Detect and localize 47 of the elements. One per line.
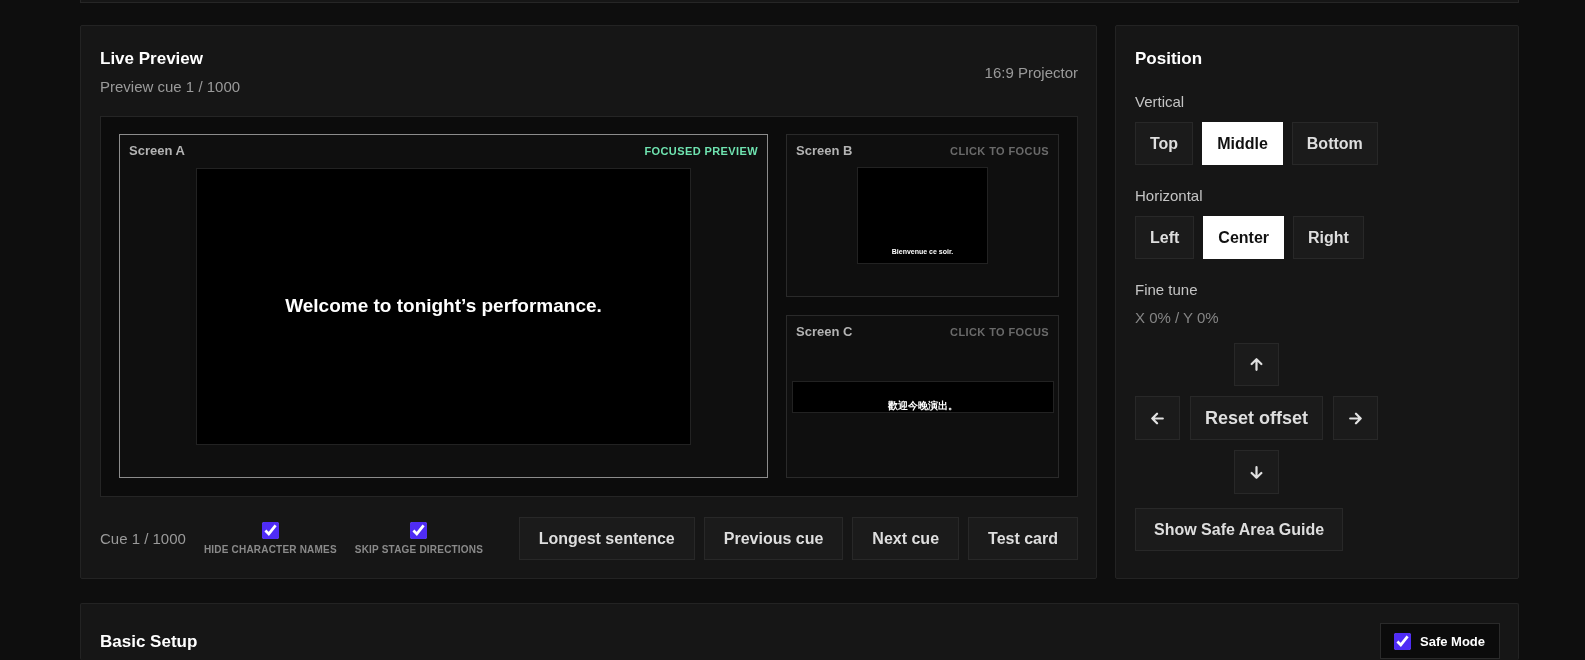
checkbox[interactable] xyxy=(261,521,279,539)
screen-label: Screen C xyxy=(796,324,853,340)
safe-area-guide-button[interactable]: Show Safe Area Guide xyxy=(1135,508,1344,551)
nudge-right-button[interactable] xyxy=(1333,396,1378,440)
screen-label: Screen A xyxy=(129,143,185,159)
screen-label: Screen B xyxy=(796,143,853,159)
section-label: Vertical xyxy=(1135,92,1185,111)
cue-action-button[interactable]: Test card xyxy=(968,517,1078,560)
arrow-right-icon xyxy=(1349,411,1362,425)
alignment-option-button[interactable]: Bottom xyxy=(1291,122,1378,165)
panel-title: Live Preview xyxy=(100,48,204,69)
section-label: Horizontal xyxy=(1135,186,1203,205)
screen-status: CLICK TO FOCUS xyxy=(950,325,1049,340)
checkbox-label: SKIP STAGE DIRECTIONS xyxy=(354,543,484,556)
cue-action-button[interactable]: Previous cue xyxy=(703,517,844,560)
panel-title: Basic Setup xyxy=(100,630,198,652)
screen-preview-panel[interactable]: Screen C CLICK TO FOCUS 歡迎今晚演出。 xyxy=(786,315,1059,478)
arrow-up-icon xyxy=(1250,358,1263,371)
nudge-left-button[interactable] xyxy=(1135,396,1180,440)
screen-status: FOCUSED PREVIEW xyxy=(644,144,758,159)
cue-counter-text: Cue 1 / 1000 xyxy=(100,529,186,548)
checkbox[interactable] xyxy=(410,521,428,539)
preview-cue-text: Preview cue 1 / 1000 xyxy=(100,77,241,96)
screen-status: CLICK TO FOCUS xyxy=(950,144,1049,159)
nudge-down-button[interactable] xyxy=(1234,450,1279,494)
nudge-up-button[interactable] xyxy=(1234,343,1279,386)
checkbox[interactable] xyxy=(1394,632,1411,650)
safe-mode-toggle[interactable]: Safe Mode xyxy=(1380,623,1500,659)
cue-action-button[interactable]: Next cue xyxy=(852,517,960,560)
cue-action-button[interactable]: Longest sentence xyxy=(518,517,695,560)
caption-text: Welcome to tonight’s performance. xyxy=(285,294,602,318)
reset-offset-button[interactable]: Reset offset xyxy=(1190,396,1323,440)
offset-reading-text: X 0% / Y 0% xyxy=(1135,308,1219,327)
output-format-text: 16:9 Projector xyxy=(984,62,1078,82)
alignment-option-button[interactable]: Left xyxy=(1135,216,1195,259)
caption-text: 歡迎今晚演出。 xyxy=(887,399,958,412)
checkbox-label: HIDE CHARACTER NAMES xyxy=(203,543,337,556)
panel-title: Position xyxy=(1135,48,1203,69)
arrow-down-icon xyxy=(1250,465,1263,479)
screen-preview-panel[interactable]: Screen A FOCUSED PREVIEW Welcome to tonight’s performance. xyxy=(119,134,768,478)
arrow-left-icon xyxy=(1151,411,1164,425)
alignment-option-button[interactable]: Middle xyxy=(1202,122,1283,165)
alignment-option-button[interactable]: Right xyxy=(1293,216,1364,259)
alignment-option-button[interactable]: Top xyxy=(1135,122,1194,165)
checkbox-label: Safe Mode xyxy=(1420,633,1485,649)
section-label: Fine tune xyxy=(1135,280,1198,299)
alignment-option-button[interactable]: Center xyxy=(1203,216,1284,259)
